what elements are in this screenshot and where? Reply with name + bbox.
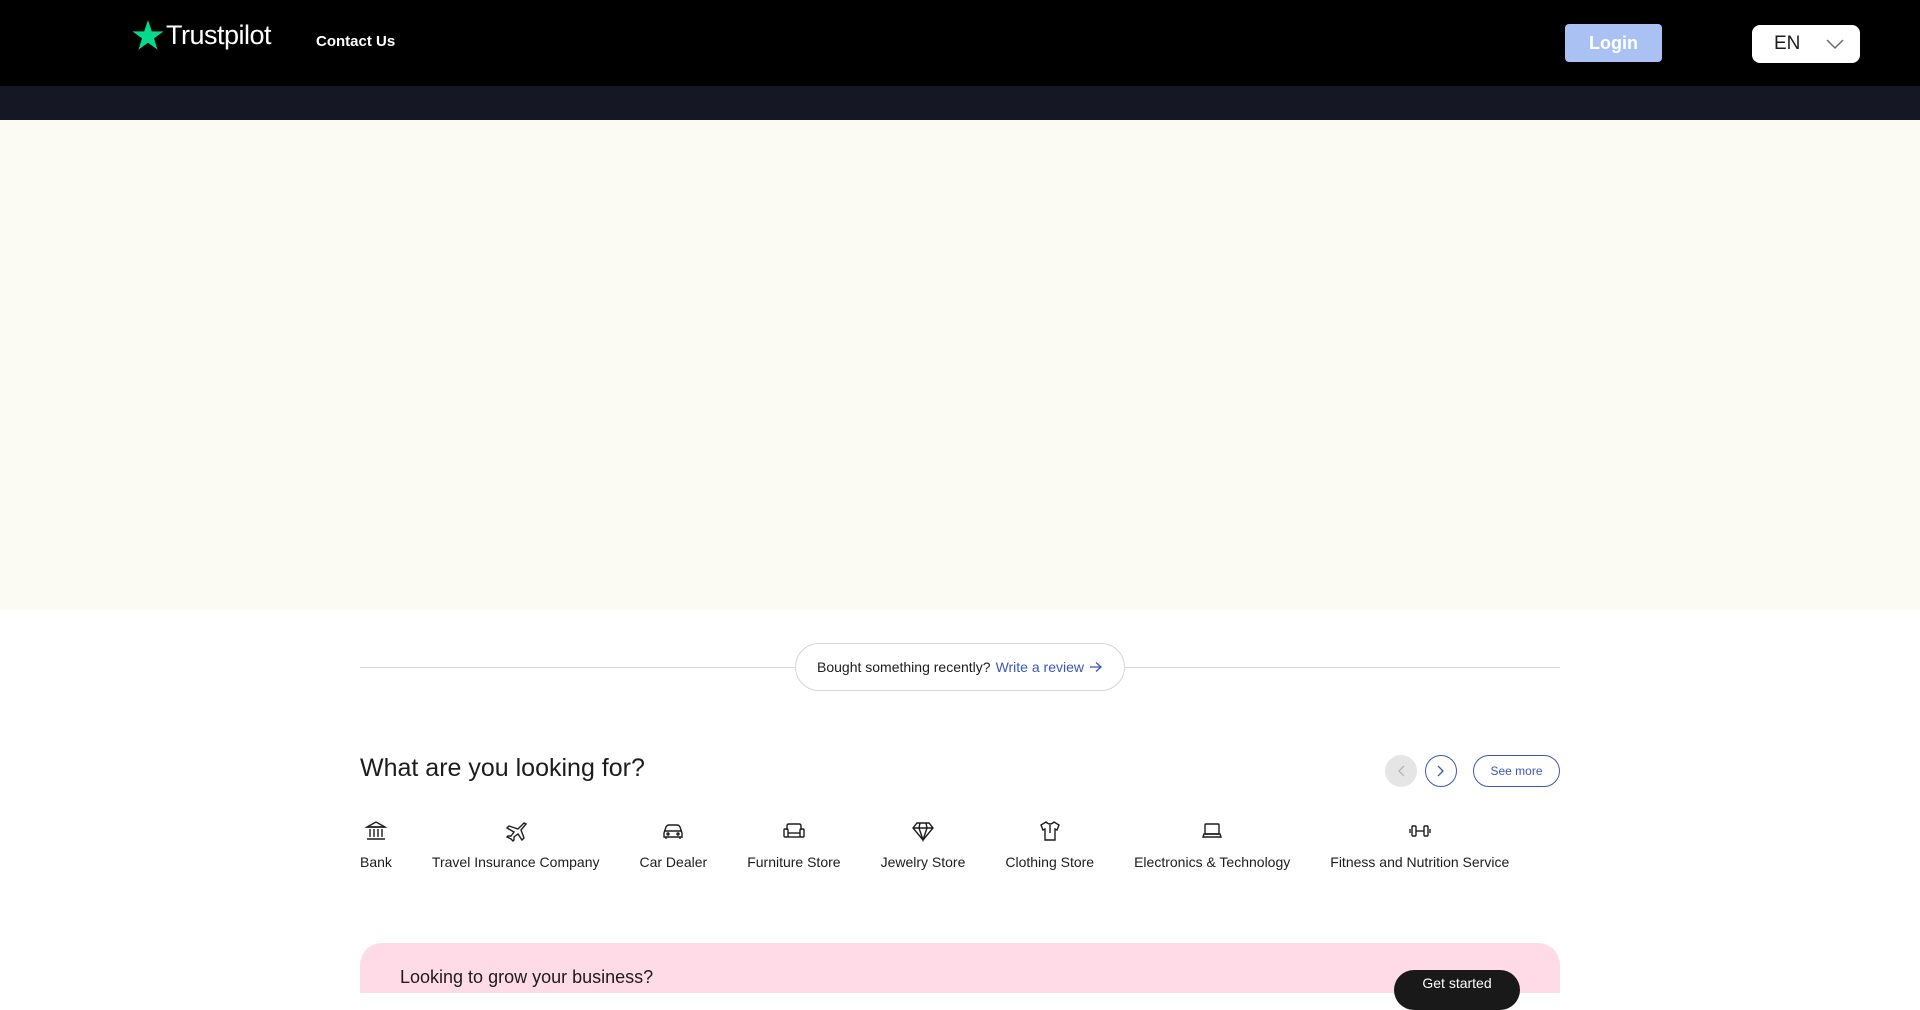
category-label: Furniture Store xyxy=(747,854,841,870)
category-label: Fitness and Nutrition Service xyxy=(1330,854,1510,870)
category-item-car-dealer[interactable]: Car Dealer xyxy=(639,819,707,873)
dumbbell-icon xyxy=(1409,825,1431,837)
bank-icon xyxy=(364,821,388,840)
category-item-furniture-store[interactable]: Furniture Store xyxy=(747,819,841,873)
chevron-right-icon xyxy=(1437,765,1444,777)
language-value: EN xyxy=(1774,33,1801,54)
category-item-jewelry-store[interactable]: Jewelry Store xyxy=(880,819,966,873)
category-label: Electronics & Technology xyxy=(1134,854,1291,870)
airplane-icon xyxy=(505,822,527,842)
business-promo-banner: Looking to grow your business? Get start… xyxy=(360,943,1560,1010)
category-item-clothing-store[interactable]: Clothing Store xyxy=(1005,819,1094,873)
section-title: What are you looking for? xyxy=(360,754,645,782)
chevron-down-icon xyxy=(1826,39,1844,50)
write-review-link[interactable]: Write a review xyxy=(996,659,1084,675)
trustpilot-logo[interactable]: Trustpilot xyxy=(132,19,272,51)
category-label: Jewelry Store xyxy=(880,854,966,870)
star-icon xyxy=(132,20,164,50)
category-label: Clothing Store xyxy=(1005,854,1095,870)
category-item-fitness-nutrition[interactable]: Fitness and Nutrition Service xyxy=(1330,819,1509,873)
category-label: Bank xyxy=(360,854,392,870)
see-more-button[interactable]: See more xyxy=(1473,755,1560,787)
promo-title: Looking to grow your business? xyxy=(400,967,654,987)
hero-section xyxy=(0,120,1920,610)
login-button[interactable]: Login xyxy=(1565,24,1662,62)
brand-name: Trustpilot xyxy=(166,19,272,50)
category-item-bank[interactable]: Bank xyxy=(360,819,392,873)
diamond-icon xyxy=(912,822,934,843)
sub-navigation-bar xyxy=(0,86,1920,120)
arrow-right-icon xyxy=(1090,662,1102,672)
category-list: Bank Travel Insurance Company Car Dealer… xyxy=(360,819,1570,873)
laptop-icon xyxy=(1202,823,1223,838)
category-item-electronics-technology[interactable]: Electronics & Technology xyxy=(1134,819,1290,873)
review-prompt-text: Bought something recently? xyxy=(817,659,991,675)
shirt-icon xyxy=(1039,821,1060,841)
get-started-button[interactable]: Get started xyxy=(1394,970,1520,1010)
car-icon xyxy=(663,824,684,839)
category-label: Travel Insurance Company xyxy=(431,854,600,870)
chevron-left-icon xyxy=(1398,765,1405,777)
category-item-travel-insurance[interactable]: Travel Insurance Company xyxy=(431,819,600,873)
review-prompt: Bought something recently? Write a revie… xyxy=(795,643,1125,691)
carousel-next-button[interactable] xyxy=(1425,755,1457,787)
sofa-icon xyxy=(783,823,805,838)
contact-us-link[interactable]: Contact Us xyxy=(316,33,395,50)
top-navigation-bar: Trustpilot Contact Us Login EN xyxy=(0,0,1920,86)
carousel-previous-button[interactable] xyxy=(1385,755,1417,787)
category-label: Car Dealer xyxy=(639,854,708,870)
language-selector[interactable]: EN xyxy=(1752,25,1860,63)
